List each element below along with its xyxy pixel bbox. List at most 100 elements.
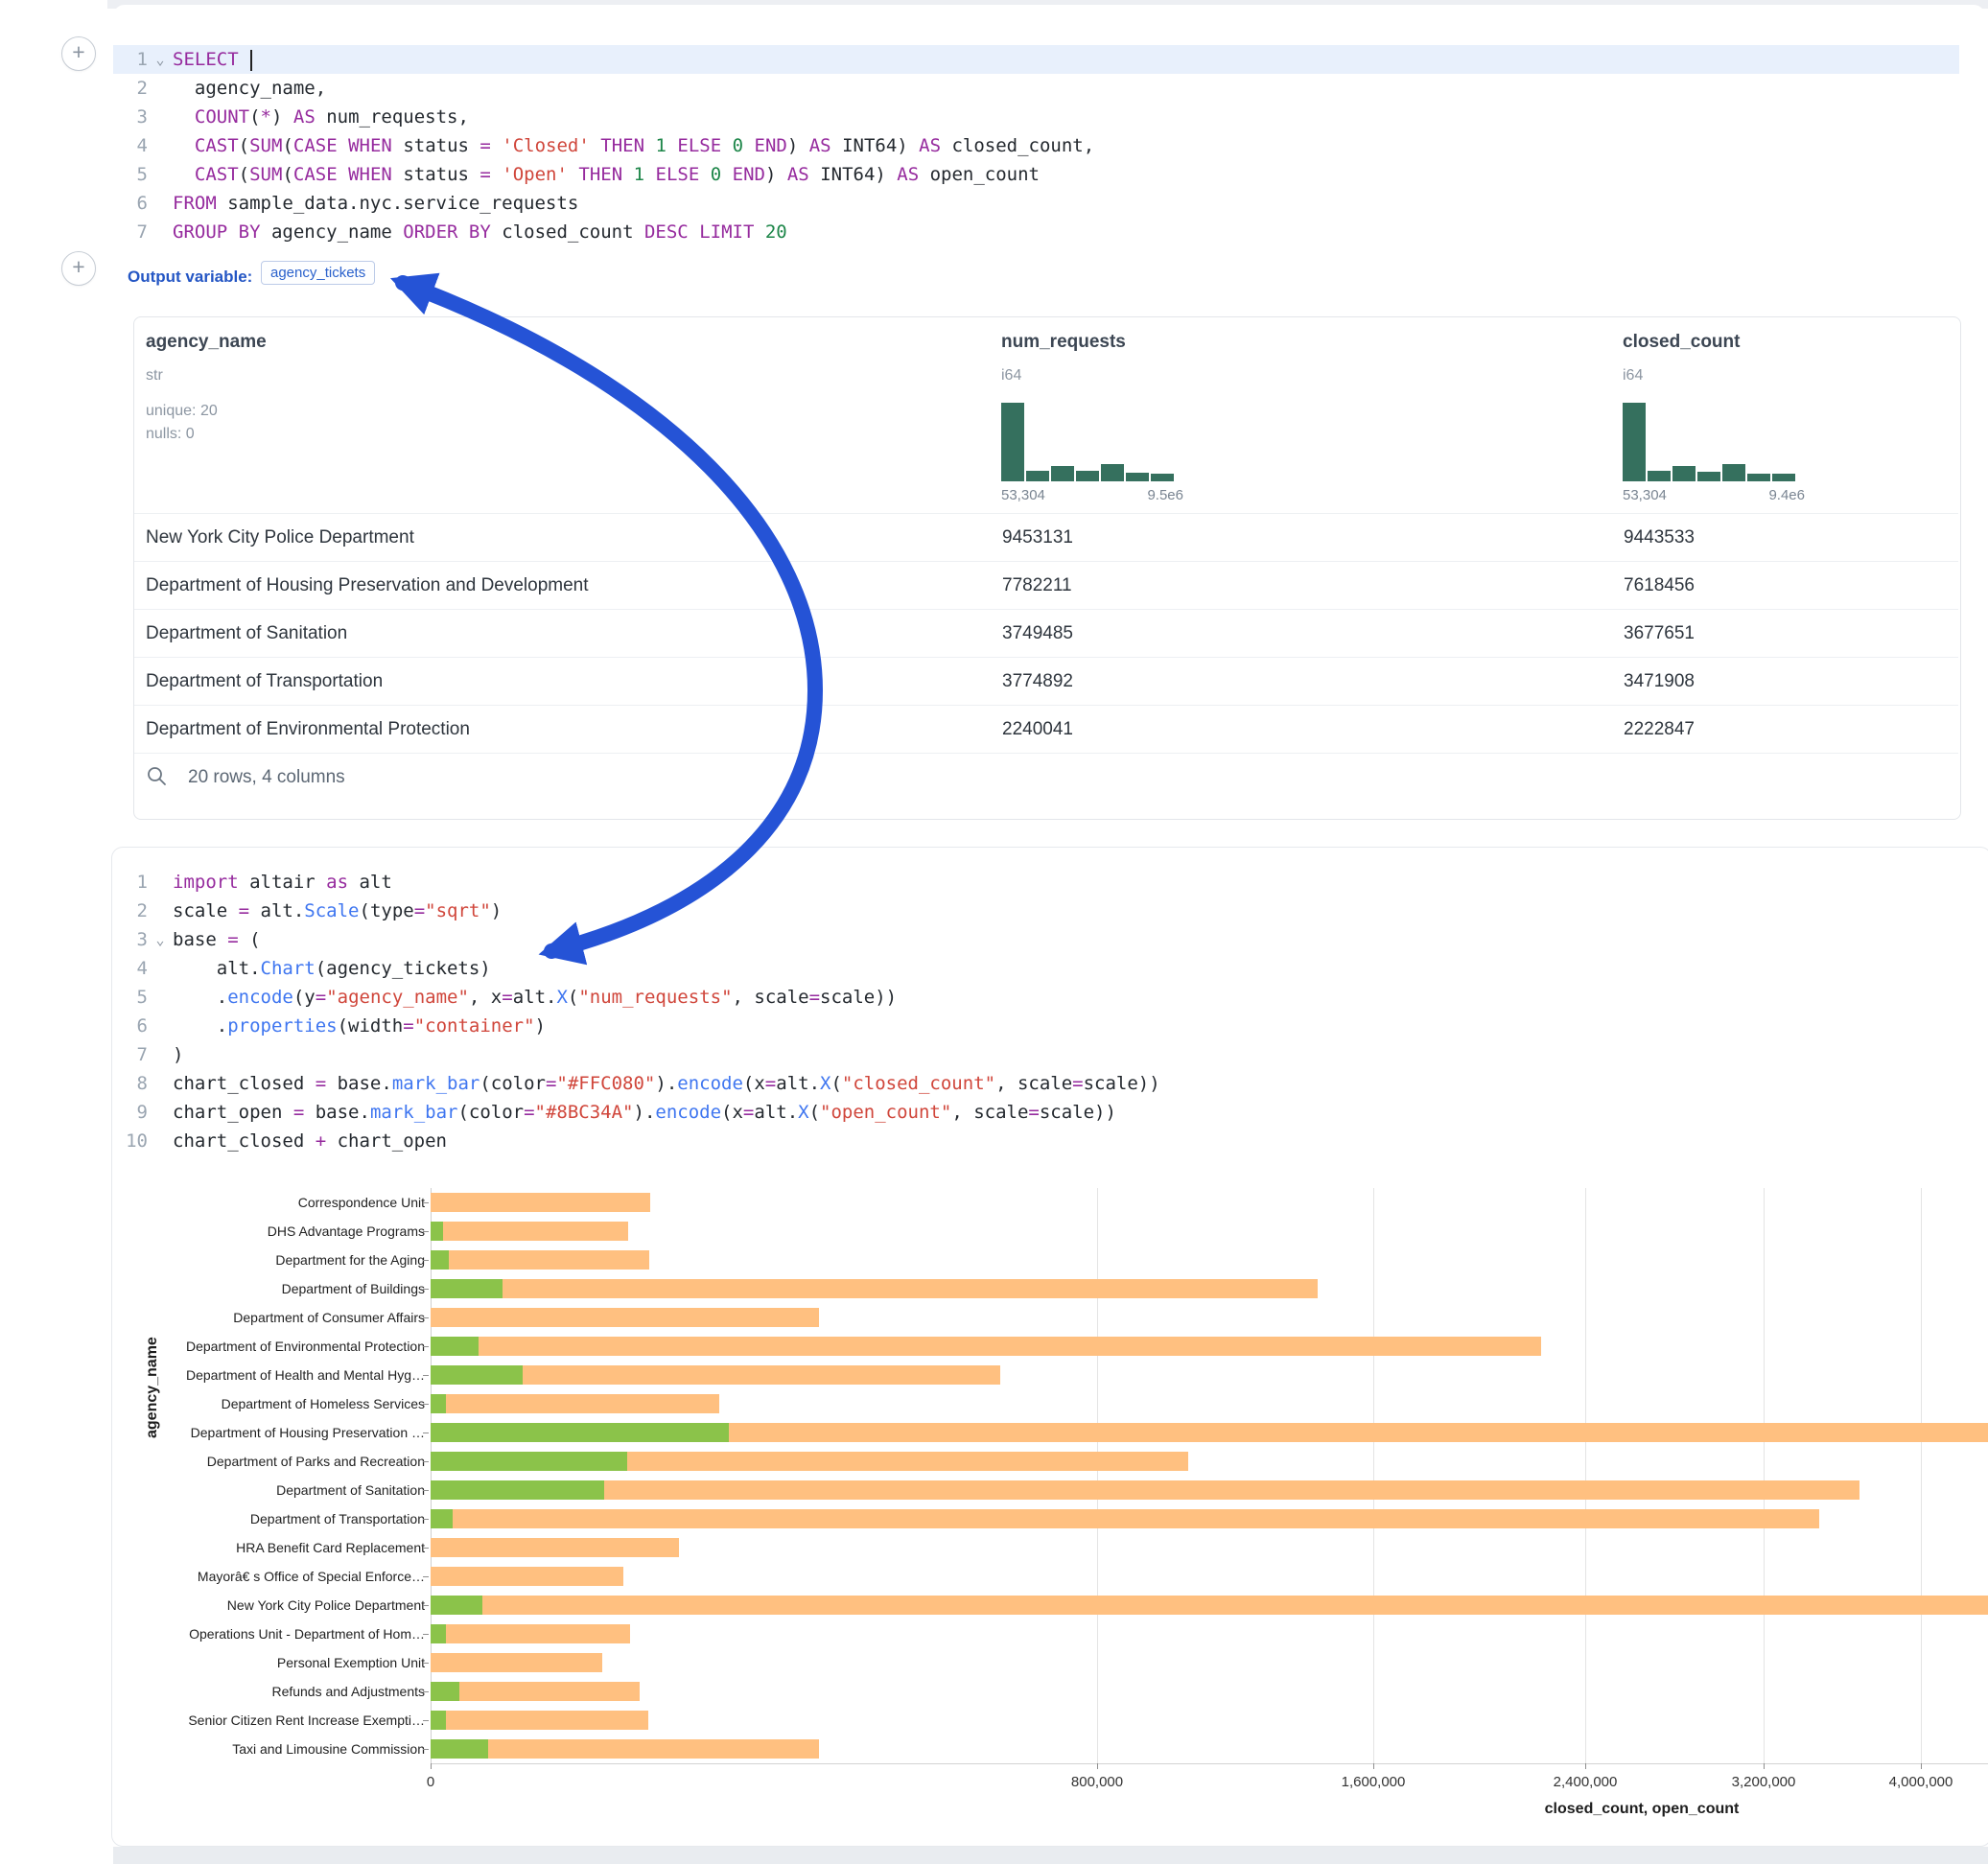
code-token: DESC bbox=[644, 221, 689, 243]
code-line: 5 .encode(y="agency_name", x=alt.X("num_… bbox=[113, 983, 1959, 1012]
x-axis-tick-label: 800,000 bbox=[1071, 1774, 1123, 1790]
sql-code-editor[interactable]: 1⌄SELECT 2 agency_name,3 COUNT(*) AS num… bbox=[113, 45, 1959, 246]
code-token: = bbox=[743, 1102, 754, 1123]
code-token: scale)) bbox=[1084, 1073, 1160, 1094]
code-line: 7GROUP BY agency_name ORDER BY closed_co… bbox=[113, 218, 1959, 246]
y-axis-tick bbox=[423, 1749, 429, 1750]
line-number: 3 bbox=[113, 925, 148, 954]
text-cursor bbox=[250, 50, 252, 71]
python-code-editor[interactable]: 1import altair as alt2scale = alt.Scale(… bbox=[113, 868, 1959, 1155]
code-token: , scale bbox=[733, 987, 809, 1008]
bar-open_count bbox=[431, 1624, 446, 1643]
bar-open_count bbox=[431, 1394, 446, 1413]
code-text: alt.Chart(agency_tickets) bbox=[173, 954, 491, 983]
code-text: import altair as alt bbox=[173, 868, 392, 897]
code-token: "sqrt" bbox=[425, 900, 491, 921]
code-text: chart_closed = base.mark_bar(color="#FFC… bbox=[173, 1069, 1160, 1098]
code-token: "closed_count" bbox=[842, 1073, 995, 1094]
y-axis-label: Mayorâ€ s Office of Special Enforce… bbox=[108, 1562, 425, 1591]
code-token: status bbox=[392, 164, 480, 185]
code-token: chart_open bbox=[173, 1102, 293, 1123]
y-axis-tick bbox=[423, 1317, 429, 1318]
code-token: closed_count, bbox=[941, 135, 1094, 156]
code-token: 0 bbox=[733, 135, 743, 156]
add-cell-button-middle[interactable]: + bbox=[61, 251, 96, 286]
code-token: ORDER bbox=[403, 221, 457, 243]
notebook-canvas: + + 1⌄SELECT 2 agency_name,3 COUNT(*) AS… bbox=[0, 0, 1988, 1864]
bar-open_count bbox=[431, 1480, 604, 1500]
code-token: = bbox=[502, 987, 512, 1008]
histogram-bar bbox=[1722, 464, 1745, 481]
code-token: SUM bbox=[249, 164, 282, 185]
code-token: ) bbox=[787, 135, 809, 156]
code-token: (type bbox=[360, 900, 414, 921]
table-row[interactable]: Department of Transportation377489234719… bbox=[134, 657, 1958, 705]
code-token: AS bbox=[787, 164, 809, 185]
code-token: = bbox=[765, 1073, 776, 1094]
code-token: scale)) bbox=[1040, 1102, 1116, 1123]
code-token: CASE bbox=[293, 135, 338, 156]
column-meta-nulls: nulls: 0 bbox=[146, 426, 195, 443]
y-axis-label: Personal Exemption Unit bbox=[108, 1648, 425, 1677]
y-axis-label: Department of Sanitation bbox=[108, 1476, 425, 1504]
add-cell-button-top[interactable]: + bbox=[61, 36, 96, 71]
output-variable-label: Output variable: bbox=[128, 268, 252, 287]
fold-chevron-icon[interactable]: ⌄ bbox=[148, 925, 173, 954]
column-header-closed-count[interactable]: closed_count bbox=[1623, 332, 1740, 353]
code-token: = bbox=[239, 900, 249, 921]
code-token: 'Open' bbox=[502, 164, 568, 185]
column-header-num-requests[interactable]: num_requests bbox=[1001, 332, 1126, 353]
line-number: 1 bbox=[113, 868, 148, 897]
code-token: open_count bbox=[919, 164, 1040, 185]
x-axis-line bbox=[431, 1763, 1988, 1764]
bar-open_count bbox=[431, 1739, 488, 1759]
column-header-agency-name[interactable]: agency_name bbox=[146, 332, 267, 353]
fold-chevron-icon[interactable]: ⌄ bbox=[148, 45, 173, 74]
code-token bbox=[699, 164, 710, 185]
bar-closed_count bbox=[431, 1509, 1819, 1528]
column-meta-unique: unique: 20 bbox=[146, 403, 218, 420]
chart-y-axis: Correspondence UnitDHS Advantage Program… bbox=[108, 1188, 425, 1763]
code-text: CAST(SUM(CASE WHEN status = 'Open' THEN … bbox=[173, 160, 1040, 189]
code-token: ( bbox=[809, 1102, 820, 1123]
table-row[interactable]: Department of Sanitation37494853677651 bbox=[134, 609, 1958, 657]
table-row[interactable]: Department of Housing Preservation and D… bbox=[134, 561, 1958, 609]
code-token: ( bbox=[282, 164, 292, 185]
x-axis-tick-label: 3,200,000 bbox=[1732, 1774, 1796, 1790]
code-token: "num_requests" bbox=[578, 987, 732, 1008]
code-token: THEN bbox=[600, 135, 644, 156]
search-icon[interactable] bbox=[146, 765, 169, 788]
code-token: ) bbox=[271, 106, 293, 128]
code-token: = bbox=[227, 929, 238, 950]
code-token bbox=[644, 164, 655, 185]
code-token: agency_name bbox=[261, 221, 404, 243]
table-row[interactable]: Department of Environmental Protection22… bbox=[134, 705, 1958, 753]
code-line: 2 agency_name, bbox=[113, 74, 1959, 103]
y-axis-label: HRA Benefit Card Replacement bbox=[108, 1533, 425, 1562]
code-token: 20 bbox=[765, 221, 787, 243]
bar-closed_count bbox=[431, 1394, 719, 1413]
gutter-spacer bbox=[148, 1098, 173, 1127]
x-axis-title: closed_count, open_count bbox=[1545, 1801, 1740, 1818]
y-axis-tick bbox=[423, 1548, 429, 1549]
code-token: ( bbox=[239, 929, 261, 950]
code-token bbox=[338, 164, 348, 185]
bar-open_count bbox=[431, 1423, 729, 1442]
code-token bbox=[721, 135, 732, 156]
bar-closed_count bbox=[431, 1567, 623, 1586]
output-variable-chip[interactable]: agency_tickets bbox=[261, 261, 375, 285]
code-token: ( bbox=[282, 135, 292, 156]
code-token bbox=[689, 221, 699, 243]
y-axis-label: Operations Unit - Department of Hom… bbox=[108, 1619, 425, 1648]
code-token bbox=[338, 135, 348, 156]
table-row[interactable]: New York City Police Department945313194… bbox=[134, 513, 1958, 561]
code-token: X bbox=[556, 987, 567, 1008]
table-cell: 3749485 bbox=[1002, 610, 1073, 657]
table-cell: 7782211 bbox=[1002, 562, 1072, 609]
histogram-num-requests bbox=[1001, 401, 1183, 481]
table-cell: Department of Environmental Protection bbox=[146, 706, 470, 753]
table-cell: 3471908 bbox=[1624, 658, 1695, 705]
code-token: BY bbox=[239, 221, 261, 243]
bar-open_count bbox=[431, 1509, 453, 1528]
table-cell: 3677651 bbox=[1624, 610, 1695, 657]
